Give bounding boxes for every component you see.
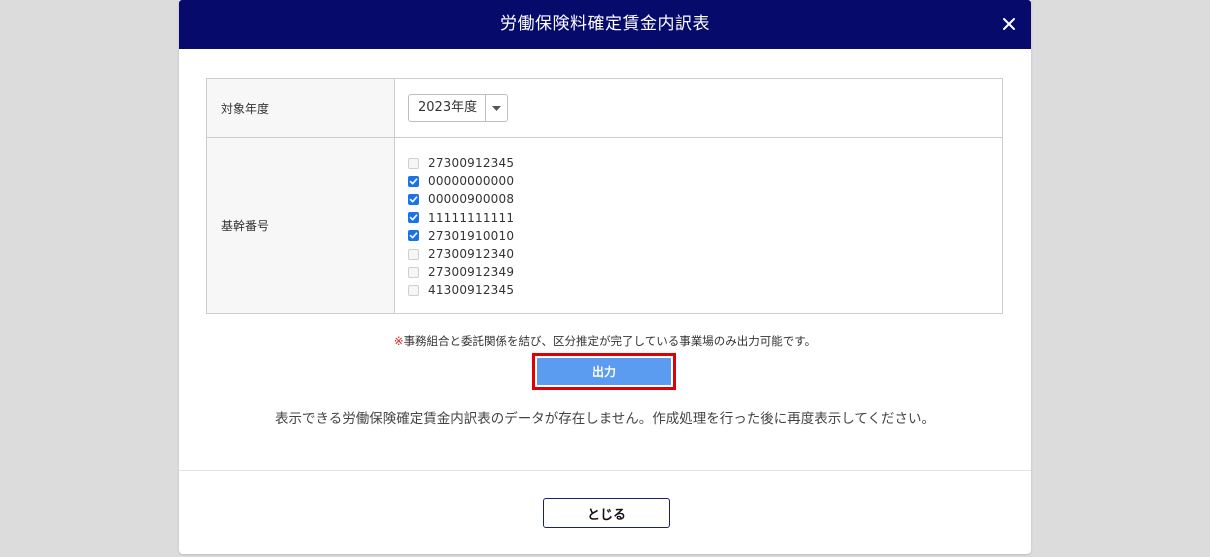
kikan-number: 00000000000 xyxy=(428,174,515,189)
output-button-highlight: 出力 xyxy=(532,353,676,390)
checkbox-checked[interactable] xyxy=(408,212,419,224)
year-select[interactable]: 2023年度 xyxy=(408,94,508,122)
dialog-header: 労働保険料確定賃金内訳表 xyxy=(179,0,1031,49)
kikan-checklist: 27300912345 00000000000 00000900008 1111111… xyxy=(408,138,1002,300)
kikan-row: 基幹番号 27300912345 00000000000 00000900008 11… xyxy=(207,138,1002,313)
checkbox-checked[interactable] xyxy=(408,230,419,242)
year-label: 対象年度 xyxy=(207,79,395,137)
kikan-number: 41300912345 xyxy=(428,283,515,298)
kikan-number: 27300912345 xyxy=(428,156,515,171)
checkbox-checked[interactable] xyxy=(408,193,419,205)
kikan-check-item[interactable]: 27300912349 xyxy=(408,263,1002,281)
notice-mark: ※ xyxy=(393,334,404,348)
dialog: 労働保険料確定賃金内訳表 対象年度 2023年度 基幹番号 2730091234… xyxy=(179,0,1031,554)
year-select-value: 2023年度 xyxy=(418,100,478,115)
footer-divider xyxy=(179,470,1031,471)
kikan-check-item[interactable]: 27301910010 xyxy=(408,227,1002,245)
kikan-number: 27300912340 xyxy=(428,247,515,262)
checkbox-unchecked[interactable] xyxy=(408,266,419,278)
kikan-check-item[interactable]: 00000900008 xyxy=(408,190,1002,208)
kikan-value-cell: 27300912345 00000000000 00000900008 1111111… xyxy=(395,138,1002,313)
kikan-number: 27300912349 xyxy=(428,265,515,280)
kikan-check-item[interactable]: 11111111111 xyxy=(408,209,1002,227)
close-icon[interactable] xyxy=(997,12,1021,36)
kikan-check-item[interactable]: 00000000000 xyxy=(408,172,1002,190)
kikan-number: 00000900008 xyxy=(428,192,515,207)
checkbox-unchecked[interactable] xyxy=(408,248,419,260)
checkbox-unchecked[interactable] xyxy=(408,157,419,169)
checkbox-unchecked[interactable] xyxy=(408,284,419,296)
year-value-cell: 2023年度 xyxy=(395,79,1002,137)
checkbox-checked[interactable] xyxy=(408,175,419,187)
notice-body: 事務組合と委託関係を結び、区分推定が完了している事業場のみ出力可能です。 xyxy=(403,334,817,348)
year-row: 対象年度 2023年度 xyxy=(207,79,1002,138)
output-button[interactable]: 出力 xyxy=(537,358,671,385)
kikan-label: 基幹番号 xyxy=(207,138,395,313)
kikan-number: 11111111111 xyxy=(428,210,515,225)
close-button[interactable]: とじる xyxy=(543,498,670,528)
dropdown-arrow-icon[interactable] xyxy=(485,95,507,121)
kikan-check-item[interactable]: 27300912345 xyxy=(408,154,1002,172)
no-data-message: 表示できる労働保険確定賃金内訳表のデータが存在しません。作成処理を行った後に再度… xyxy=(274,411,935,427)
kikan-number: 27301910010 xyxy=(428,228,515,243)
dialog-title: 労働保険料確定賃金内訳表 xyxy=(500,14,710,34)
kikan-check-item[interactable]: 27300912340 xyxy=(408,245,1002,263)
kikan-check-item[interactable]: 41300912345 xyxy=(408,281,1002,299)
form-table: 対象年度 2023年度 基幹番号 27300912345 00000000000 0… xyxy=(206,78,1003,314)
notice-text: ※事務組合と委託関係を結び、区分推定が完了している事業場のみ出力可能です。 xyxy=(179,333,1031,349)
